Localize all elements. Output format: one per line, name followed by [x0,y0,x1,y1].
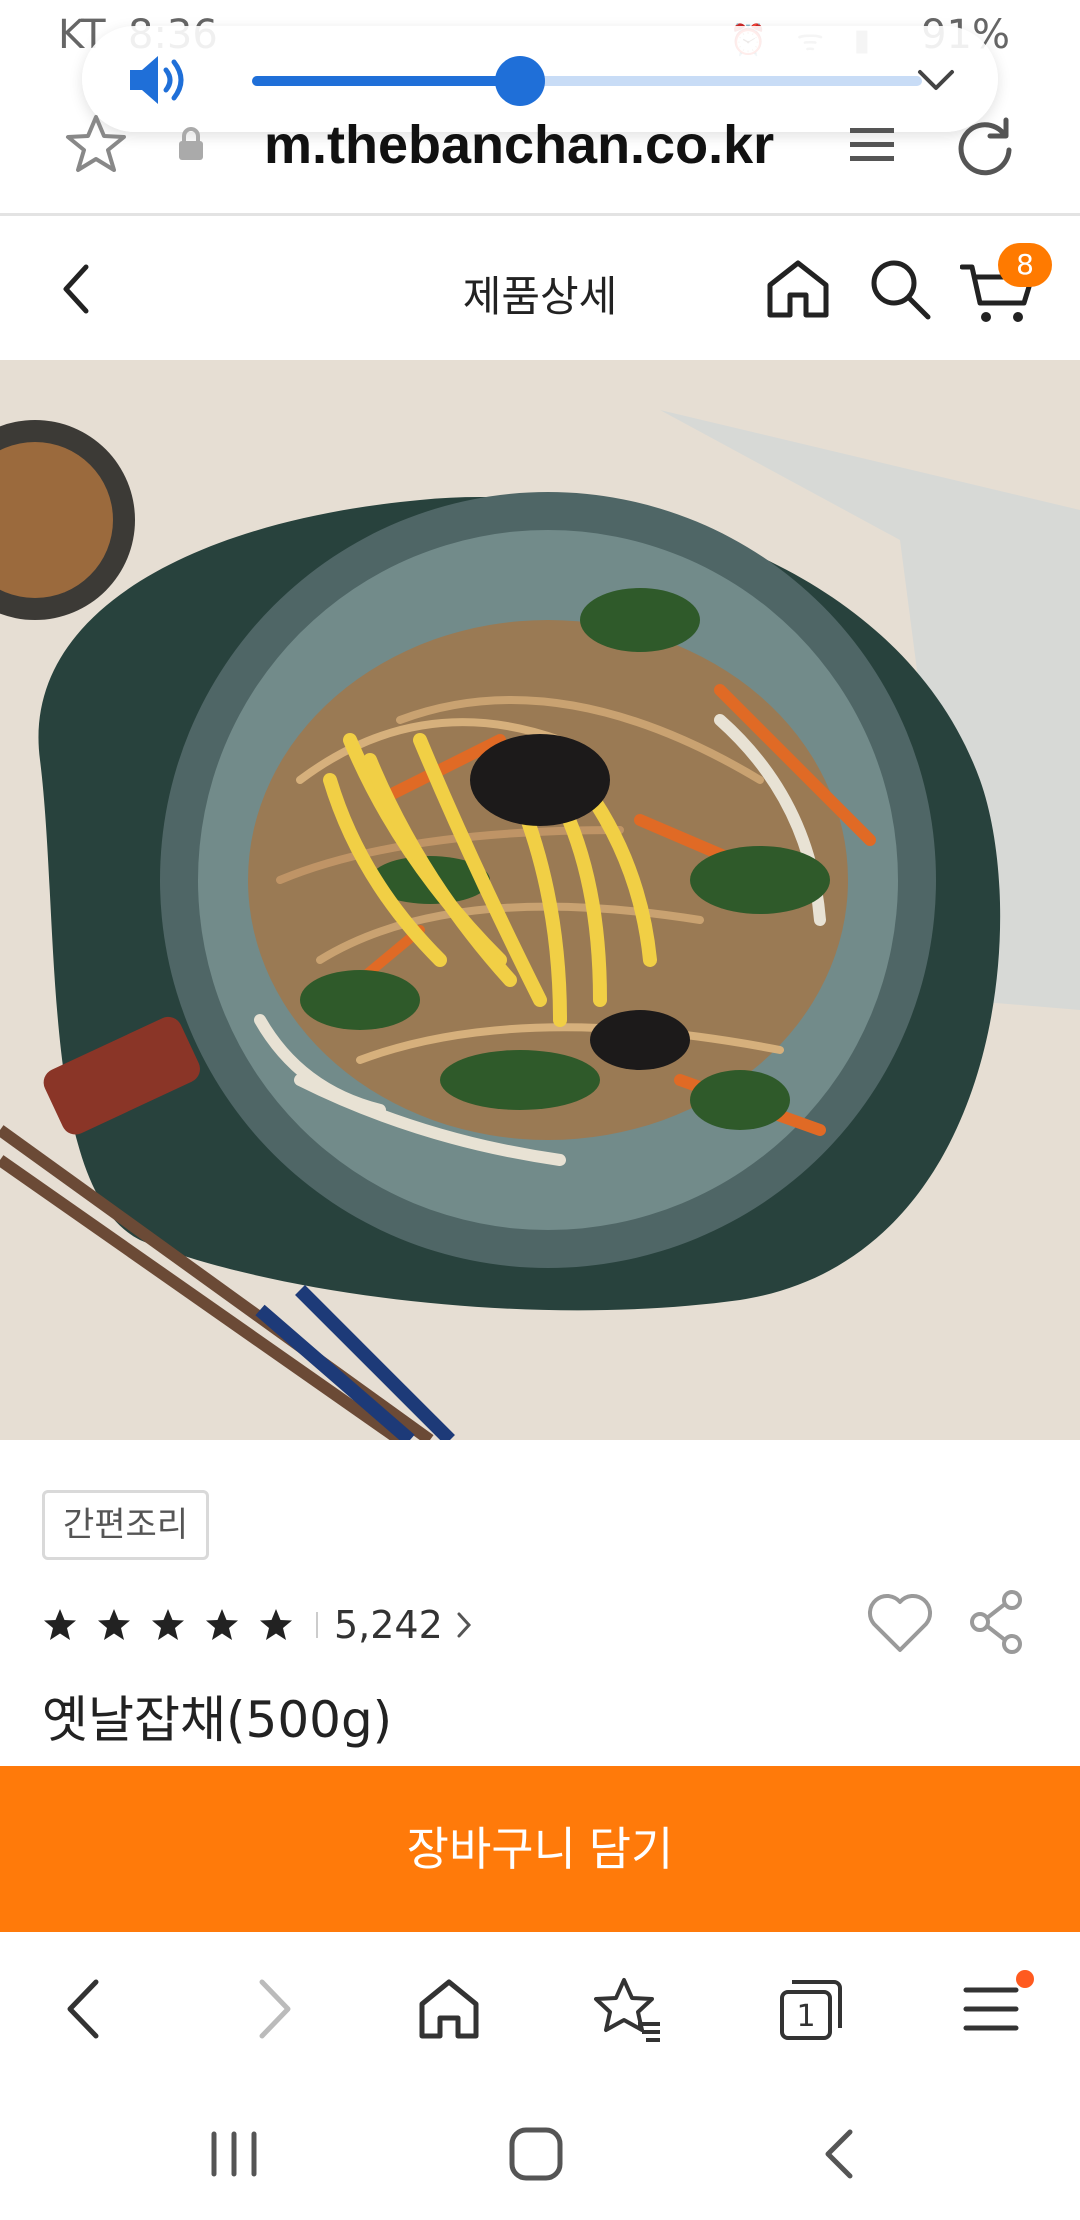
rating-star-icon [98,1609,130,1640]
rating-star-icon [152,1609,184,1640]
rating-star-icon [260,1609,292,1640]
volume-fill [252,76,520,86]
tabs-icon[interactable]: 1 [776,1974,846,2044]
recent-apps-icon[interactable] [204,2124,264,2184]
forward-icon[interactable] [236,1974,306,2044]
share-icon[interactable] [968,1590,1024,1654]
search-icon[interactable] [868,257,932,321]
system-nav-bar [0,2080,1080,2220]
system-home-icon[interactable] [506,2124,566,2184]
category-tag: 간편조리 [42,1490,210,1560]
reader-icon[interactable] [846,122,898,170]
heart-icon[interactable] [866,1592,934,1654]
bookmark-icon[interactable] [594,1974,664,2044]
system-back-icon[interactable] [810,2124,870,2184]
rating-star-icon [44,1609,76,1640]
browser-home-icon[interactable] [414,1974,484,2044]
add-to-cart-button[interactable]: 장바구니 담기 [0,1766,1080,1932]
rating-star-icon [206,1609,238,1640]
product-name: 옛날잡채(500g) [42,1691,393,1749]
volume-slider[interactable] [252,56,922,106]
browser-back-icon[interactable] [52,1974,122,2044]
product-image[interactable] [0,360,1080,1440]
reload-icon[interactable] [954,114,1016,176]
home-icon[interactable] [764,257,832,321]
url-text[interactable]: m.thebanchan.co.kr [264,114,774,176]
menu-icon[interactable] [956,1974,1026,2044]
japchae-photo [0,360,1080,1440]
rating-row[interactable]: 5,242 [42,1598,473,1652]
menu-notification-dot [1016,1970,1034,1988]
browser-toolbar: 1 [0,1934,1080,2080]
cart-count-badge: 8 [998,243,1052,287]
star-icon[interactable] [64,112,128,176]
tabs-count: 1 [796,1999,815,2034]
rating-divider [316,1612,318,1638]
volume-thumb[interactable] [495,56,545,106]
rating-stars [42,1607,294,1643]
site-header: 제품상세 8 [0,219,1080,359]
lock-icon [179,127,203,160]
address-bar: m.thebanchan.co.kr [0,100,1080,216]
chevron-down-icon[interactable] [914,60,958,100]
review-count[interactable]: 5,242 [334,1603,443,1647]
chevron-right-icon [457,1612,471,1638]
